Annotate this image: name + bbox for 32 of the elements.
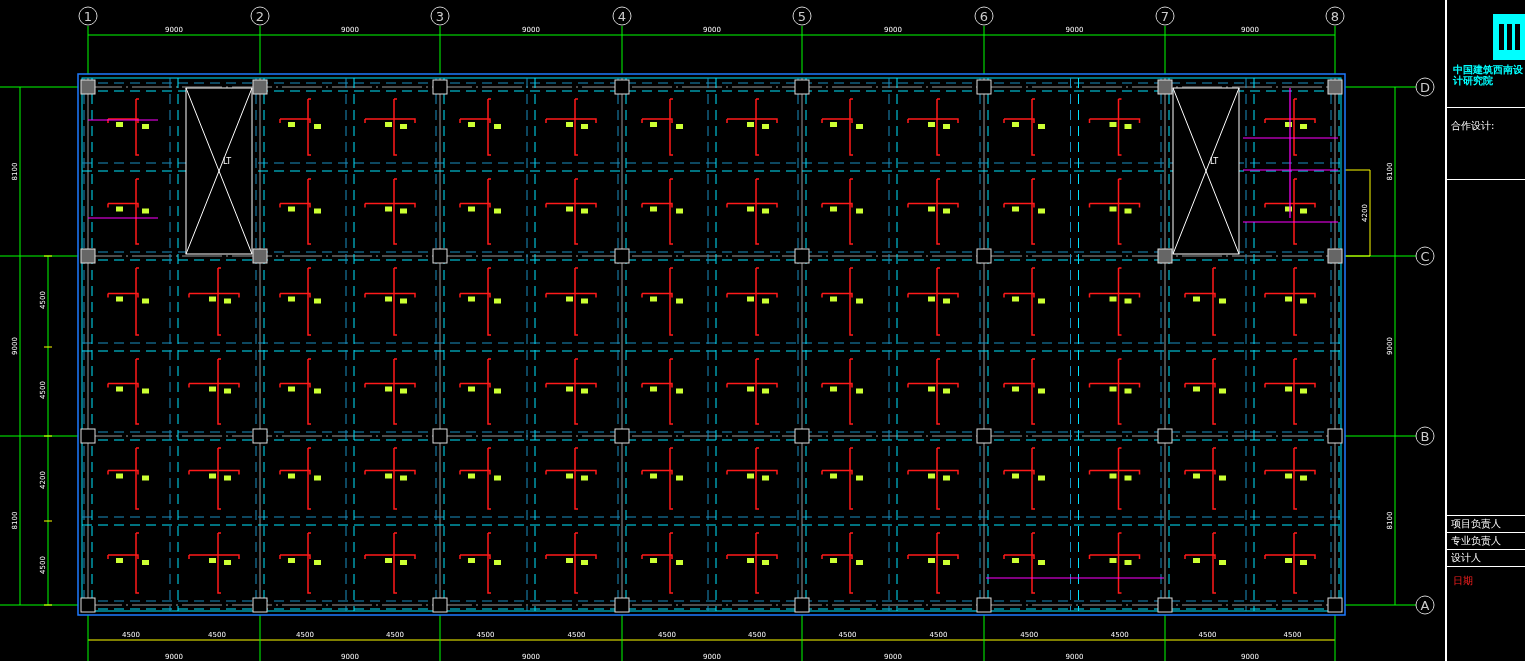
axis-circle	[1415, 246, 1435, 266]
signature-label: 项目负责人	[1451, 517, 1501, 531]
shaft-label: LT	[223, 157, 232, 166]
axis-label: 8	[1330, 9, 1340, 24]
axis-circle	[430, 6, 450, 26]
axis-circle	[1155, 6, 1175, 26]
axis-circle	[612, 6, 632, 26]
axis-circle	[1325, 6, 1345, 26]
axis-circle	[1415, 426, 1435, 446]
axis-label: D	[1420, 80, 1430, 95]
axis-label: 7	[1160, 9, 1170, 24]
axis-circle	[78, 6, 98, 26]
axis-circle	[250, 6, 270, 26]
cooperation-label: 合作设计:	[1451, 120, 1495, 131]
axis-label: 1	[83, 9, 93, 24]
signature-label: 专业负责人	[1451, 534, 1501, 548]
company-name: 中国建筑西南设计研究院	[1452, 63, 1524, 86]
axis-label: 6	[979, 9, 989, 24]
axis-circle	[1415, 595, 1435, 615]
axis-label: A	[1420, 598, 1430, 613]
axis-label: 3	[435, 9, 445, 24]
axis-label: C	[1420, 249, 1430, 264]
axis-circle	[792, 6, 812, 26]
axis-circle	[974, 6, 994, 26]
signature-label: 设计人	[1451, 551, 1481, 565]
shaft-label: LT	[1210, 157, 1219, 166]
axis-label: 4	[617, 9, 627, 24]
axis-label: B	[1420, 429, 1430, 444]
axis-label: 2	[255, 9, 265, 24]
axis-label: 5	[797, 9, 807, 24]
axis-circle	[1415, 77, 1435, 97]
date-label: 日期	[1453, 575, 1473, 586]
